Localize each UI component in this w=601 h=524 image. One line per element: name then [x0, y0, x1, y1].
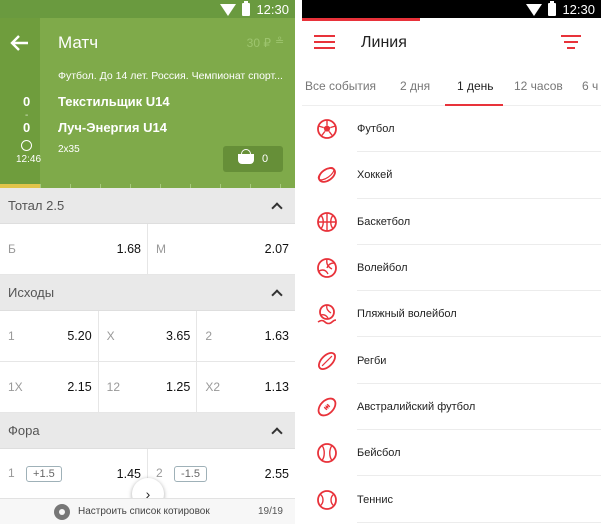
hockey-icon — [317, 167, 336, 184]
odds-cell[interactable]: Х2 1.13 — [197, 362, 295, 412]
football-icon — [317, 119, 337, 140]
tab-12-hours[interactable]: 12 часов — [514, 79, 563, 93]
market-title: Фора — [8, 423, 40, 438]
sport-item-baseball[interactable]: Бейсбол — [302, 430, 601, 477]
sport-name: Хоккей — [357, 169, 393, 182]
line-screen: 12:30 Линия Все события 2 дня 1 день 12 … — [302, 0, 601, 524]
sport-item-rugby[interactable]: Регби — [302, 337, 601, 385]
odds-cell[interactable]: 2 -1.5 2.55 — [148, 449, 295, 499]
odds-row: Б 1.68 М 2.07 — [0, 224, 295, 275]
sport-name: Волейбол — [357, 262, 408, 275]
basketball-icon — [317, 211, 337, 232]
status-time: 12:30 — [562, 1, 595, 17]
timer-icon — [21, 140, 32, 151]
wifi-icon — [220, 4, 237, 16]
beach-volleyball-icon — [317, 304, 337, 325]
sport-item-hockey[interactable]: Хоккей — [302, 152, 601, 199]
sport-name: Бейсбол — [357, 447, 401, 460]
balance: 30 ₽ — [246, 36, 271, 50]
odds-cell[interactable]: 12 1.25 — [99, 362, 198, 412]
page-counter: 19/19 — [257, 506, 283, 517]
team1-name: Текстильщик U14 — [58, 94, 170, 109]
chevron-up-icon — [271, 426, 283, 439]
menu-icon[interactable] — [314, 35, 335, 49]
battery-icon — [548, 0, 557, 16]
match-time: 12:46 — [16, 154, 42, 165]
basket-count: 0 — [261, 153, 269, 165]
timeline-progress — [0, 184, 40, 188]
chevron-up-icon — [271, 201, 283, 214]
status-bar: 12:30 — [0, 0, 295, 18]
market-header-outcomes[interactable]: Исходы — [0, 275, 295, 311]
volleyball-icon — [317, 258, 337, 278]
team2-name: Луч-Энергия U14 — [58, 120, 167, 135]
sport-name: Пляжный волейбол — [357, 308, 457, 321]
sport-item-football[interactable]: Футбол — [302, 106, 601, 153]
sport-item-tennis[interactable]: Теннис — [302, 476, 601, 523]
sport-name: Баскетбол — [357, 215, 411, 228]
score-team2: 0 — [23, 120, 31, 135]
market-title: Тотал 2.5 — [8, 198, 65, 213]
page-title: Линия — [361, 34, 407, 51]
tab-1-day[interactable]: 1 день — [457, 79, 494, 93]
filter-icon[interactable] — [561, 35, 581, 49]
sport-name: Теннис — [357, 493, 394, 506]
market-title: Исходы — [8, 285, 55, 300]
sport-item-australian-football[interactable]: Австралийский футбол — [302, 384, 601, 431]
australian-football-icon — [317, 397, 337, 417]
tennis-icon — [317, 489, 337, 510]
battery-icon — [242, 0, 251, 16]
odds-cell[interactable]: 1 5.20 — [0, 311, 99, 361]
tab-2-days[interactable]: 2 дня — [400, 79, 430, 93]
toolbar: Линия — [302, 18, 601, 68]
baseball-icon — [317, 443, 337, 464]
basket-icon — [237, 149, 254, 164]
time-filter-tabs: Все события 2 дня 1 день 12 часов 6 ч — [302, 68, 601, 106]
odds-cell[interactable]: 1Х 2.15 — [0, 362, 99, 412]
match-timeline — [0, 183, 295, 188]
status-bar: 12:30 — [302, 0, 601, 18]
sport-list: Футбол Хоккей Баскетбол Волейбол Пляжный… — [302, 106, 601, 523]
odds-cell[interactable]: Х 3.65 — [99, 311, 198, 361]
handicap-badge: +1.5 — [26, 466, 62, 482]
sport-item-basketball[interactable]: Баскетбол — [302, 199, 601, 246]
status-time: 12:30 — [256, 1, 289, 17]
rugby-icon — [318, 351, 336, 370]
tab-all-events[interactable]: Все события — [305, 79, 376, 93]
sport-name: Футбол — [357, 123, 395, 136]
configure-quotes-label: Настроить список котировок — [78, 506, 210, 517]
odds-cell[interactable]: Б 1.68 — [0, 224, 148, 274]
odds-cell[interactable]: М 2.07 — [148, 224, 295, 274]
tab-6-hours[interactable]: 6 ч — [582, 79, 598, 93]
match-header: Матч 30 ₽ ≗ Футбол. До 14 лет. Россия. Ч… — [0, 18, 295, 188]
market-header-handicap[interactable]: Фора — [0, 413, 295, 449]
back-arrow-icon[interactable] — [8, 31, 32, 55]
match-screen: 12:30 Матч 30 ₽ ≗ Футбол. До 14 лет. Рос… — [0, 0, 295, 524]
sport-name: Австралийский футбол — [357, 400, 476, 413]
odds-cell[interactable]: 1 +1.5 1.45 — [0, 449, 148, 499]
odds-row: 1Х 2.15 12 1.25 Х2 1.13 — [0, 362, 295, 413]
bet-basket-button[interactable]: 0 — [223, 146, 283, 172]
page-title: Матч — [58, 33, 99, 52]
wifi-icon — [526, 4, 543, 16]
odds-cell[interactable]: 2 1.63 — [197, 311, 295, 361]
wallet-icon[interactable]: ≗ — [275, 35, 289, 48]
score-team1: 0 — [23, 94, 31, 109]
odds-row: 1 5.20 Х 3.65 2 1.63 — [0, 311, 295, 362]
market-header-total[interactable]: Тотал 2.5 — [0, 188, 295, 224]
gear-icon — [54, 503, 70, 520]
match-format: 2x35 — [58, 144, 80, 155]
league-name: Футбол. До 14 лет. Россия. Чемпионат спо… — [58, 70, 283, 82]
sport-name: Регби — [357, 354, 387, 367]
sport-item-beach-volleyball[interactable]: Пляжный волейбол — [302, 291, 601, 338]
sport-item-volleyball[interactable]: Волейбол — [302, 245, 601, 292]
bottom-bar[interactable]: Настроить список котировок 19/19 — [0, 498, 295, 524]
handicap-badge: -1.5 — [174, 466, 207, 482]
chevron-up-icon — [271, 288, 283, 301]
